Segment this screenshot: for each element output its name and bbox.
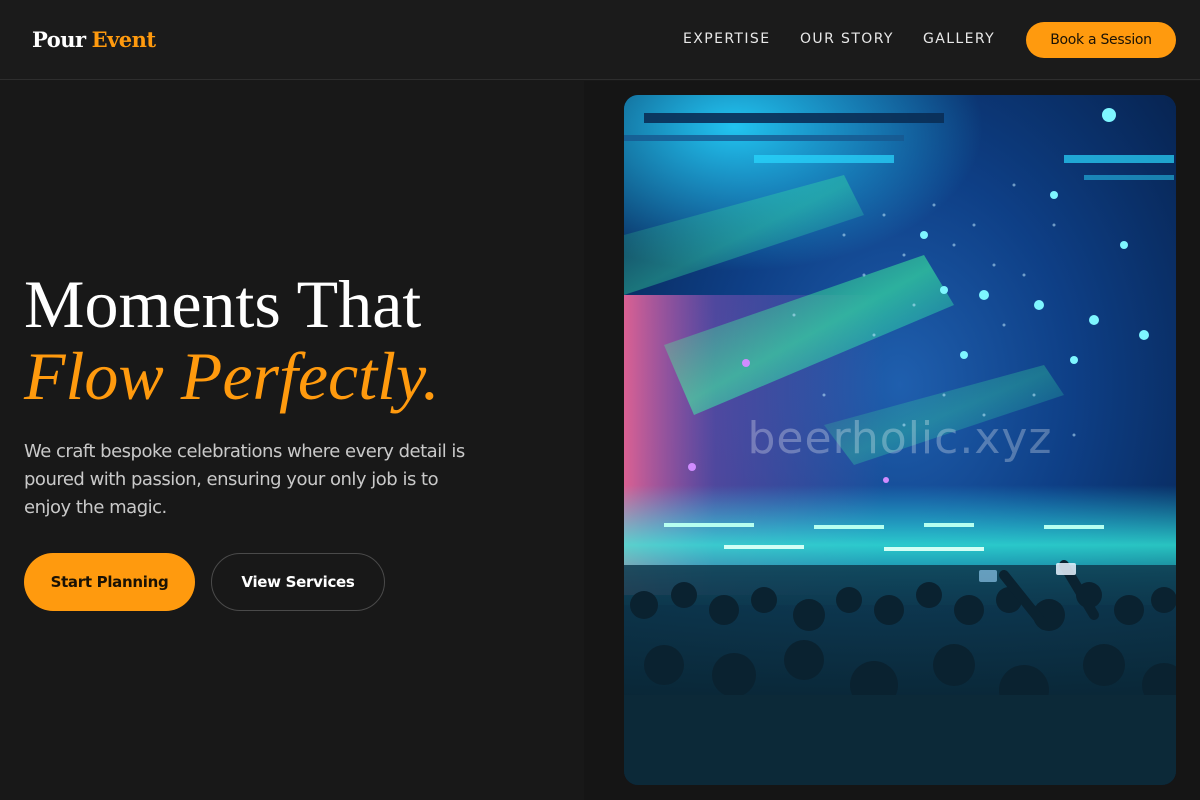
- hero-title: Moments That Flow Perfectly.: [24, 268, 584, 412]
- hero-description: We craft bespoke celebrations where ever…: [24, 441, 465, 518]
- book-session-button[interactable]: Book a Session: [1026, 22, 1176, 58]
- start-planning-button[interactable]: Start Planning: [24, 553, 195, 611]
- nav-link-gallery[interactable]: GALLERY: [923, 31, 995, 47]
- logo-text-event: Event: [91, 27, 157, 52]
- logo-text-pour: Pour: [32, 27, 86, 52]
- image-watermark: beerholic.xyz: [747, 413, 1053, 464]
- view-services-button[interactable]: View Services: [211, 553, 385, 611]
- nav-link-expertise[interactable]: EXPERTISE: [683, 31, 770, 47]
- site-header: Pour Event EXPERTISE OUR STORY GALLERY Bo…: [0, 0, 1200, 80]
- hero-title-line1: Moments That: [24, 266, 422, 342]
- hero-title-line2: Flow Perfectly.: [24, 338, 440, 414]
- logo[interactable]: Pour Event: [32, 27, 156, 52]
- nav-link-our-story[interactable]: OUR STORY: [800, 31, 894, 47]
- hero-image-concert-crowd: beerholic.xyz: [624, 95, 1176, 785]
